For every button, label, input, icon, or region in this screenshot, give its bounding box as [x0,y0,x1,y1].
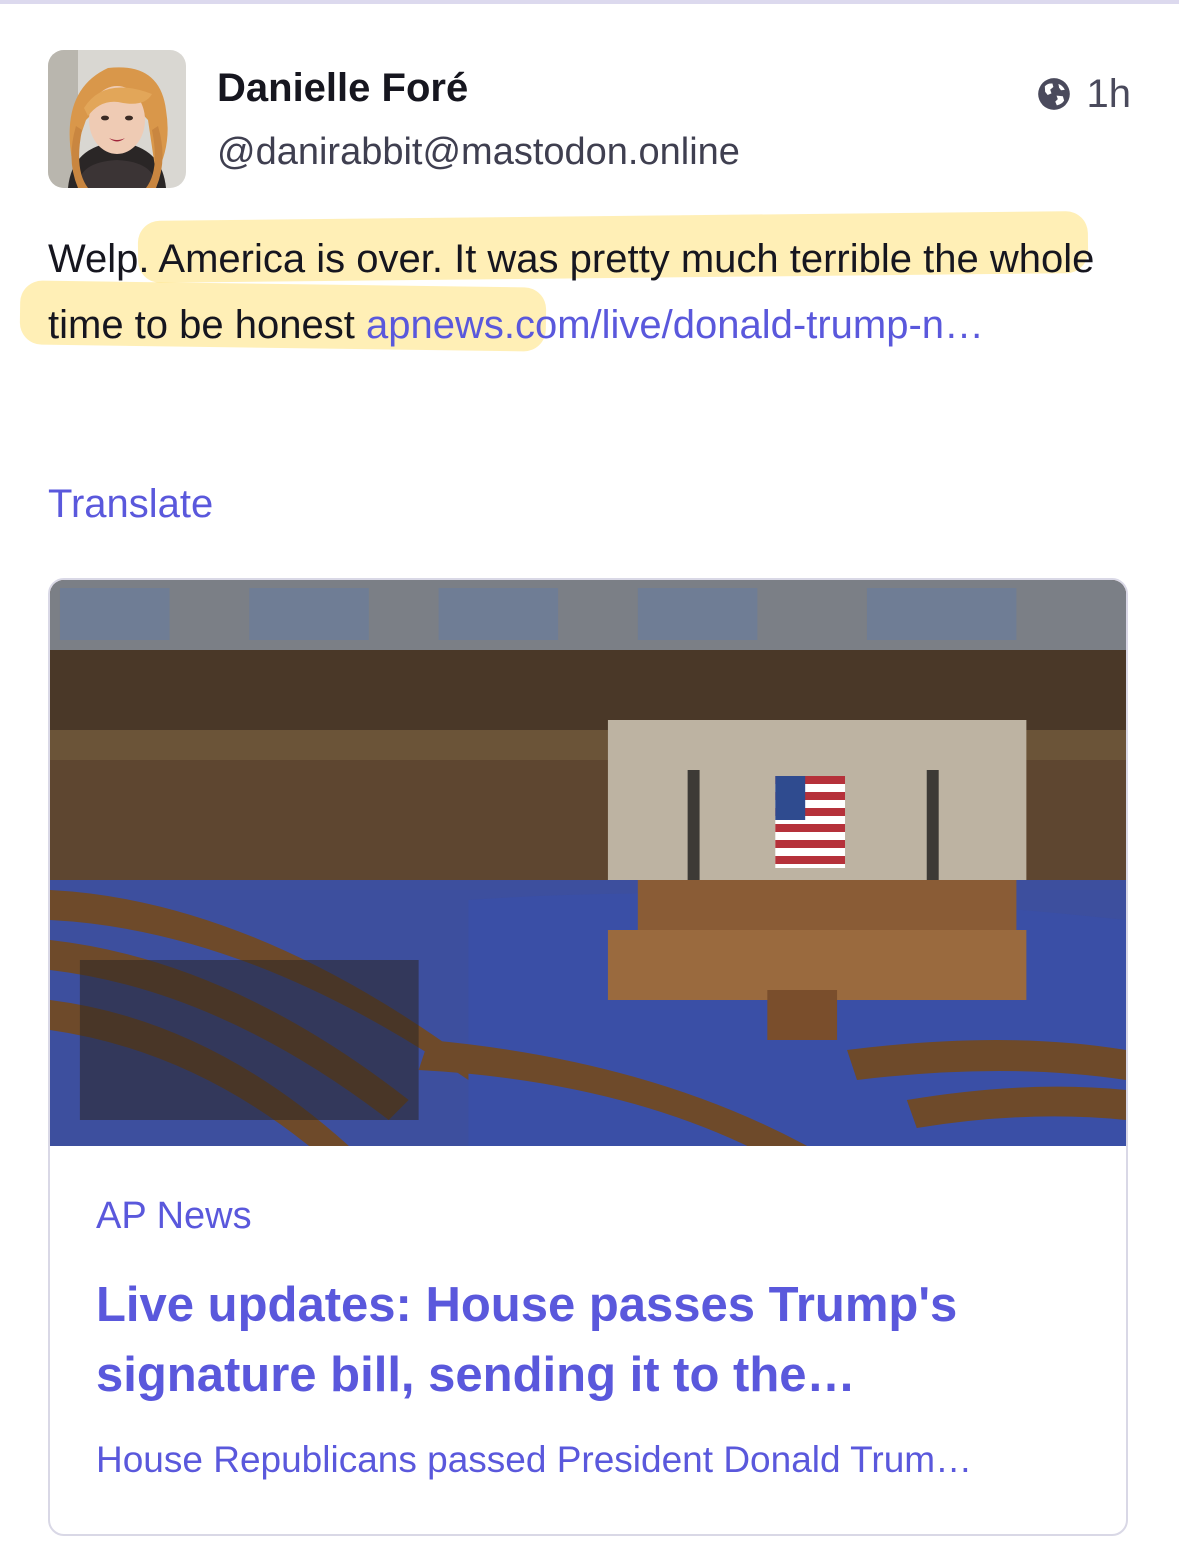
card-description: House Republicans passed President Donal… [96,1439,973,1480]
user-avatar-icon [48,50,186,188]
avatar[interactable] [48,50,186,188]
card-title[interactable]: Live updates: House passes Trump's signa… [96,1270,1086,1410]
translate-button[interactable]: Translate [48,478,213,530]
top-divider [0,0,1179,4]
globe-icon [1037,78,1070,110]
preview-image [50,580,1126,1146]
chamber-photo [50,580,1126,1146]
post-link[interactable]: apnews.com/live/donald-trump-n… [366,303,984,347]
link-preview-card[interactable]: AP News Live updates: House passes Trump… [48,578,1128,1536]
post-timestamp: 1h [1086,72,1132,116]
post-meta[interactable]: 1h [1035,70,1132,118]
card-provider: AP News [96,1195,252,1237]
post-content: Welp. America is over. It was pretty muc… [19,211,1138,358]
display-name[interactable]: Danielle Foré [217,64,468,112]
account-handle[interactable]: @danirabbit@mastodon.online [217,128,740,176]
